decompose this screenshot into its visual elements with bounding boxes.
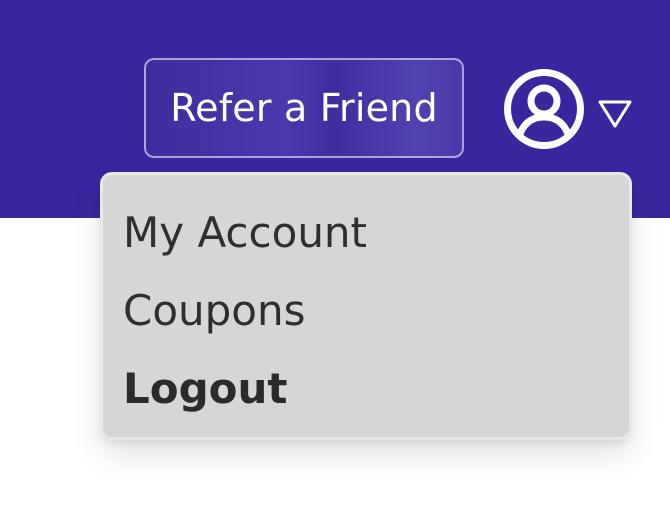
account-dropdown-menu: My Account Coupons Logout [100,172,632,440]
user-circle-icon[interactable] [502,67,586,151]
menu-item-my-account[interactable]: My Account [123,202,367,262]
triangle-down-icon[interactable] [596,96,634,130]
menu-item-coupons[interactable]: Coupons [123,280,306,340]
menu-item-logout[interactable]: Logout [123,358,288,418]
refer-friend-button[interactable]: Refer a Friend [144,58,464,158]
